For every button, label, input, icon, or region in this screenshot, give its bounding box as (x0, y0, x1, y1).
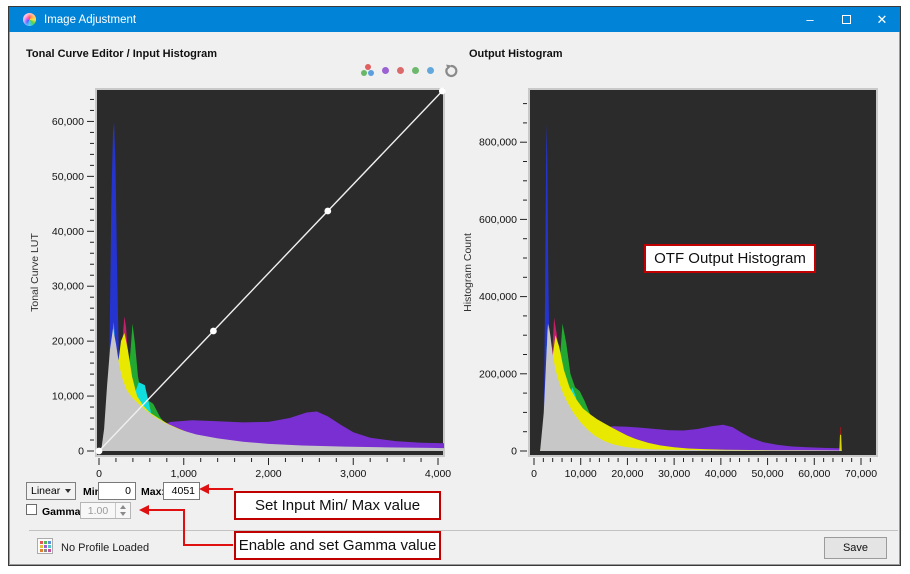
maximize-icon (842, 15, 851, 24)
y-axis-label: Histogram Count (462, 233, 474, 312)
input-histogram-header: Tonal Curve Editor / Input Histogram (26, 48, 217, 60)
gamma-value-input[interactable] (81, 503, 115, 518)
rgb-channels-icon[interactable] (361, 64, 376, 79)
y-tick-label: 10,000 (52, 391, 84, 403)
x-tick-label: 70,000 (845, 468, 877, 480)
min-input[interactable] (98, 482, 136, 500)
y-tick-label: 400,000 (479, 291, 517, 303)
y-tick-label: 30,000 (52, 281, 84, 293)
curve-channel-toolbar (357, 63, 461, 81)
app-icon (23, 13, 36, 26)
x-tick-label: 60,000 (798, 468, 830, 480)
x-tick-label: 30,000 (658, 468, 690, 480)
y-tick-label: 40,000 (52, 226, 84, 238)
x-tick-label: 40,000 (705, 468, 737, 480)
blue-dot (368, 70, 374, 76)
y-tick-label: 0 (78, 446, 84, 458)
divider (29, 530, 898, 531)
gamma-spin-down[interactable] (116, 511, 129, 519)
green-channel-icon[interactable] (412, 67, 419, 74)
x-tick-label: 10,000 (565, 468, 597, 480)
blue-channel-icon[interactable] (427, 67, 434, 74)
image-adjustment-window: Image Adjustment – ✕ Tonal Curve Editor … (8, 6, 901, 566)
x-tick-label: 1,000 (171, 468, 197, 480)
profile-status: No Profile Loaded (61, 542, 149, 554)
gamma-annotation: Enable and set Gamma value (234, 531, 441, 560)
x-tick-label: 0 (96, 468, 102, 480)
y-tick-label: 0 (511, 446, 517, 458)
x-tick-label: 0 (531, 468, 537, 480)
gamma-spinner[interactable] (80, 502, 131, 519)
x-tick-label: 2,000 (255, 468, 281, 480)
maximize-button[interactable] (828, 7, 864, 32)
minmax-annotation: Set Input Min/ Max value (234, 491, 441, 520)
save-button[interactable]: Save (824, 537, 887, 559)
x-tick-label: 3,000 (340, 468, 366, 480)
y-tick-label: 60,000 (52, 116, 84, 128)
purple-channel-icon[interactable] (382, 67, 389, 74)
max-input[interactable] (163, 482, 200, 500)
gamma-checkbox[interactable] (26, 504, 37, 515)
window-title: Image Adjustment (44, 14, 136, 26)
profile-icon[interactable] (37, 538, 53, 554)
red-channel-icon[interactable] (397, 67, 404, 74)
x-tick-label: 50,000 (752, 468, 784, 480)
curve-type-value: Linear (31, 485, 60, 497)
gamma-spin-up[interactable] (116, 503, 129, 511)
y-tick-label: 20,000 (52, 336, 84, 348)
y-tick-label: 50,000 (52, 171, 84, 183)
output-histogram-header: Output Histogram (469, 48, 563, 60)
y-tick-label: 200,000 (479, 368, 517, 380)
y-tick-label: 600,000 (479, 214, 517, 226)
y-axis-label: Tonal Curve LUT (29, 233, 41, 312)
x-tick-label: 20,000 (611, 468, 643, 480)
minimize-button[interactable]: – (792, 7, 828, 32)
green-dot (361, 70, 367, 76)
down-arrow-icon (120, 512, 126, 516)
screenshot-stage: Image Adjustment – ✕ Tonal Curve Editor … (0, 0, 910, 574)
curve-control-point[interactable] (324, 208, 331, 215)
otf-annotation: OTF Output Histogram (644, 244, 816, 273)
curve-control-point[interactable] (210, 328, 217, 335)
curve-control-point[interactable] (96, 448, 103, 455)
y-tick-label: 800,000 (479, 137, 517, 149)
x-tick-label: 4,000 (425, 468, 451, 480)
output-histogram-chart: 0 10,000 20,000 30,000 40,000 50,000 60,000 70,… (456, 83, 896, 483)
curve-type-select[interactable]: Linear (26, 482, 76, 500)
titlebar[interactable]: Image Adjustment – ✕ (9, 7, 900, 32)
input-histogram-chart[interactable]: 0 1,000 2,000 3,000 4,000 0 10,000 20,000 30,000… (21, 83, 461, 483)
close-button[interactable]: ✕ (864, 7, 900, 32)
chevron-down-icon (65, 489, 71, 493)
reset-curve-icon[interactable] (443, 63, 459, 79)
curve-control-point[interactable] (439, 88, 446, 95)
gamma-label: Gamma: (42, 506, 84, 518)
up-arrow-icon (120, 505, 126, 509)
max-label: Max: (141, 486, 165, 498)
